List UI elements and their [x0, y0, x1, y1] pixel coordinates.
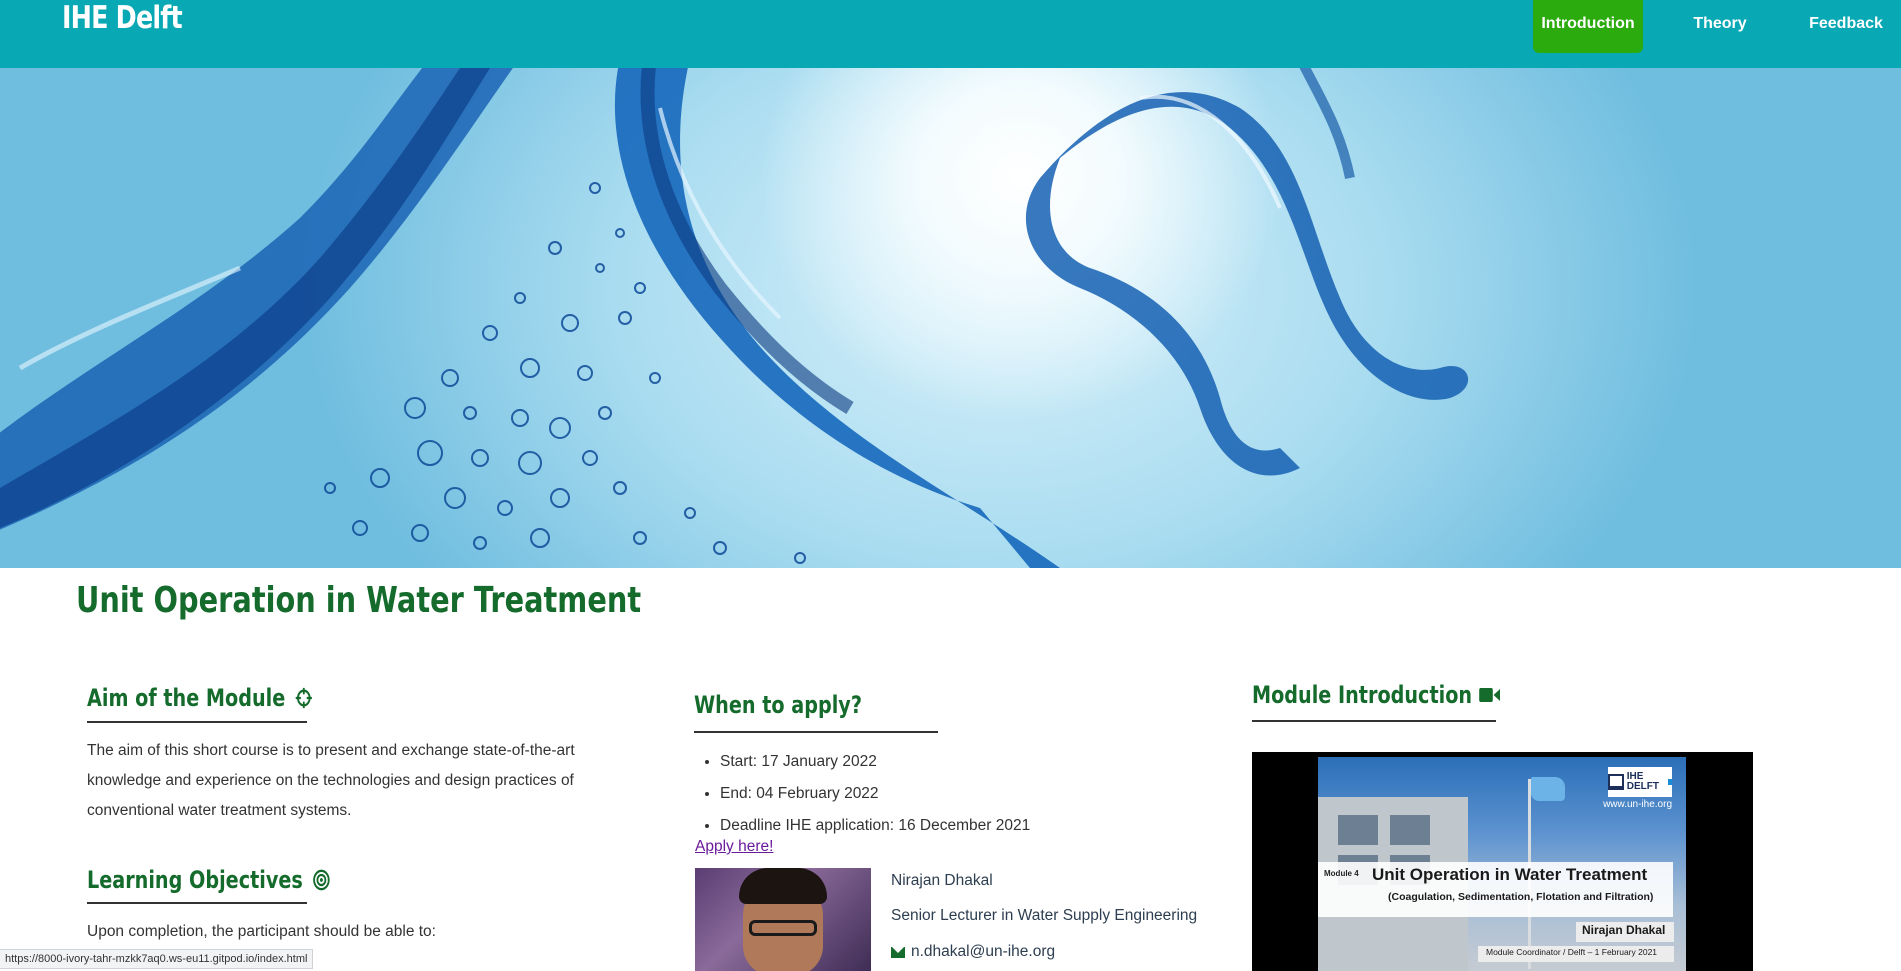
aim-heading-text: Aim of the Module — [87, 684, 286, 712]
water-splash-graphic — [0, 68, 1469, 568]
list-item-end: End: 04 February 2022 — [720, 778, 1030, 810]
building-window — [1390, 815, 1430, 845]
module-intro-video[interactable]: IHE DELFT www.un-ihe.org Module 4 Unit O… — [1252, 752, 1753, 971]
learning-objectives-underline — [87, 902, 307, 904]
learning-objectives-heading-text: Learning Objectives — [87, 866, 303, 894]
status-bar-url: https://8000-ivory-tahr-mzkk7aq0.ws-eu11… — [0, 949, 314, 969]
photo-glasses — [749, 920, 817, 936]
video-subtitle: (Coagulation, Sedimentation, Flotation a… — [1388, 891, 1654, 903]
when-to-apply-heading: When to apply? — [694, 691, 862, 719]
envelope-icon — [891, 946, 905, 958]
module-introduction-underline — [1252, 720, 1496, 722]
person-role: Senior Lecturer in Water Supply Engineer… — [891, 907, 1198, 924]
ihe-logo-text: IHE DELFT — [1626, 771, 1659, 792]
logo-square-icon — [1667, 779, 1672, 785]
navbar: IHE Delft Introduction Theory Feedback — [0, 0, 1901, 68]
nav-introduction[interactable]: Introduction — [1533, 0, 1643, 53]
video-thumbnail[interactable]: IHE DELFT www.un-ihe.org Module 4 Unit O… — [1318, 757, 1686, 971]
when-to-apply-underline — [694, 731, 938, 733]
video-website: www.un-ihe.org — [1603, 799, 1672, 810]
nav-theory[interactable]: Theory — [1665, 0, 1775, 53]
video-camera-icon — [1479, 688, 1501, 702]
person-photo — [695, 868, 871, 971]
video-title: Unit Operation in Water Treatment — [1372, 865, 1648, 884]
learning-objectives-heading: Learning Objectives — [87, 866, 330, 894]
nav-feedback[interactable]: Feedback — [1791, 0, 1901, 53]
page-title: Unit Operation in Water Treatment — [76, 580, 642, 621]
bullseye-icon — [312, 869, 330, 891]
video-presenter: Nirajan Dhakal — [1582, 923, 1666, 937]
dates-list: Start: 17 January 2022 End: 04 February … — [720, 746, 1030, 842]
video-module-label: Module 4 — [1324, 869, 1359, 878]
person-email-text[interactable]: n.dhakal@un-ihe.org — [911, 943, 1055, 961]
photo-hair — [739, 868, 827, 904]
video-coordinator: Module Coordinator / Delft – 1 February … — [1486, 947, 1658, 957]
aim-underline — [87, 721, 307, 723]
learning-objectives-text: Upon completion, the participant should … — [87, 923, 436, 940]
apply-here-link[interactable]: Apply here! — [695, 838, 773, 856]
hero-water-splash-image — [0, 68, 1901, 568]
module-introduction-heading-text: Module Introduction — [1252, 681, 1473, 709]
thumbnail-flag — [1531, 777, 1565, 801]
ihe-delft-logo: IHE DELFT — [1608, 767, 1672, 797]
module-introduction-heading: Module Introduction — [1252, 681, 1501, 709]
person-email[interactable]: n.dhakal@un-ihe.org — [891, 943, 1055, 961]
crosshair-icon — [295, 687, 312, 709]
nav-menu: Introduction Theory Feedback — [1533, 0, 1901, 53]
person-name: Nirajan Dhakal — [891, 872, 993, 889]
aim-heading: Aim of the Module — [87, 684, 312, 712]
unesco-icon — [1608, 774, 1624, 790]
building-window — [1338, 815, 1378, 845]
brand-logo[interactable]: IHE Delft — [62, 0, 183, 36]
list-item-start: Start: 17 January 2022 — [720, 746, 1030, 778]
aim-text: The aim of this short course is to prese… — [87, 742, 575, 819]
